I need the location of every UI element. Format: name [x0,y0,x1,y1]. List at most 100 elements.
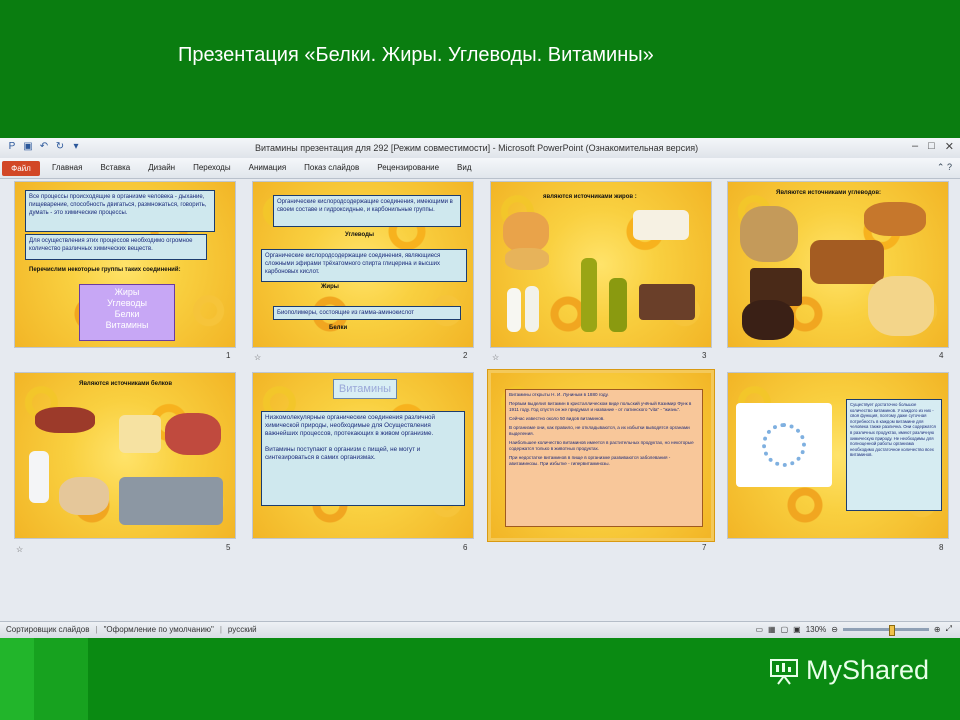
slide1-text-box: Все процессы происходящие в организме че… [25,190,215,232]
undo-icon[interactable]: ↶ [38,141,50,153]
status-right: ▭ ▦ ▢ ▣ 130% ⊖ ⊕ ⤢ [755,624,952,636]
redo-icon[interactable]: ↻ [54,141,66,153]
view-label: Сортировщик слайдов [6,625,90,634]
tab-transitions[interactable]: Переходы [193,163,231,172]
transition-star-icon: ☆ [254,353,262,362]
slide-thumbnail-8[interactable]: Существует достаточно большое количество… [728,373,948,538]
powerpoint-icon[interactable]: P [6,141,18,153]
slide2-text-box-2: Органические кислородсодержащие соединен… [261,249,467,282]
slide-thumbnail-6[interactable]: Витамины Низкомолекулярные органические … [253,373,473,538]
slide1-caption: Перечислим некоторые группы таких соедин… [29,267,181,273]
tab-design[interactable]: Дизайн [148,163,175,172]
zoom-slider[interactable] [842,624,929,636]
fit-window-icon[interactable]: ⤢ [946,624,952,634]
slide-number: 6 [463,543,468,552]
cake-image [742,300,794,340]
slide6-note: Витамины поступают в организм с пищей, н… [265,446,421,461]
slide-thumbnail-5[interactable]: Являются источниками белков [15,373,235,538]
slide-thumbnail-2[interactable]: Органические кислородсодержащие соединен… [253,182,473,347]
slide2-label-2: Жиры [321,284,339,290]
potatoes-image [740,206,798,262]
meat-image [165,413,221,455]
slide2-text-box-3: Биополимеры, состоящие из гамма-аминокис… [273,306,461,320]
divider: | [219,625,222,634]
cheese-slice-image [505,248,549,270]
slide1-list-box: Жиры Углеводы Белки Витамины [79,284,175,341]
slide7-bullet: Витамины открыты Н. И. Луниным в 1880 го… [509,392,609,397]
normal-view-icon[interactable]: ▭ [755,625,763,634]
slide-number: 5 [226,543,231,552]
slide-thumbnail-4[interactable]: Являются источниками углеводов: [728,182,948,347]
reading-view-icon[interactable]: ▢ [781,625,789,634]
slide-thumbnail-1[interactable]: Все процессы происходящие в организме че… [15,182,235,347]
slide-number: 3 [702,351,707,360]
save-icon[interactable]: ▣ [22,141,34,153]
slide4-caption: Являются источниками углеводов: [776,190,882,196]
slide7-bullet: При недостатке витаминов в пище в органи… [509,455,671,466]
footer-accent [34,638,88,720]
cheese-image [119,415,161,453]
page-title: Презентация «Белки. Жиры. Углеводы. Вита… [178,44,654,66]
tab-view[interactable]: Вид [457,163,471,172]
zoom-slider-thumb[interactable] [888,624,895,636]
ribbon-tabs: Главная Вставка Дизайн Переходы Анимация… [52,163,490,172]
slide7-bullet: В организме они, как правило, не отклады… [509,425,690,436]
window-title: Витамины презентация для 292 [Режим совм… [255,143,699,153]
zoom-in-icon[interactable]: ⊕ [934,625,941,634]
logo-text: MyShared [806,655,930,685]
customize-icon[interactable]: ▾ [70,141,82,153]
title-bar: P ▣ ↶ ↻ ▾ Витамины презентация для 292 [… [0,138,960,159]
milk-bottle-image [507,288,521,332]
transition-star-icon: ☆ [16,545,24,554]
zoom-level[interactable]: 130% [806,625,826,634]
slide1-text-box-2: Для осуществления этих процессов необход… [25,234,207,260]
help-icon[interactable]: ? [947,162,952,172]
presentation-board-icon [770,658,798,685]
slide7-bullet: Сейчас известно около 50 видов витаминов… [509,416,605,421]
tab-review[interactable]: Рецензирование [377,163,439,172]
tab-slideshow[interactable]: Показ слайдов [304,163,359,172]
milk-bottle-image [525,286,539,332]
close-icon[interactable]: ✕ [945,140,954,153]
cheese-image [503,212,549,252]
zoom-out-icon[interactable]: ⊖ [831,625,838,634]
slide7-bullet-box: Витамины открыты Н. И. Луниным в 1880 го… [505,389,703,527]
powerpoint-window: P ▣ ↶ ↻ ▾ Витамины презентация для 292 [… [0,138,960,638]
slide1-list-item: Белки [114,309,140,319]
header-band: Презентация «Белки. Жиры. Углеводы. Вита… [0,0,960,138]
slide1-list-item: Витамины [105,320,149,330]
tab-home[interactable]: Главная [52,163,82,172]
slide-thumbnail-7[interactable]: Витамины открыты Н. И. Луниным в 1880 го… [491,373,711,538]
collapse-ribbon-icon[interactable]: ⌃ [937,162,945,172]
slide-number: 8 [939,543,944,552]
slide1-list-item: Углеводы [107,298,147,308]
window-controls: – □ ✕ [912,140,954,153]
slide3-caption: являются источниками жиров : [543,194,637,200]
slideshow-view-icon[interactable]: ▣ [793,625,801,634]
slide5-caption: Являются источниками белков [79,381,173,387]
milk-bottle-image [29,451,49,503]
slide7-bullet: Первым выделил витамин в кристаллическом… [509,401,692,412]
quick-access-toolbar: P ▣ ↶ ↻ ▾ [6,141,82,153]
language-label[interactable]: русский [228,625,257,634]
sorter-view-icon[interactable]: ▦ [768,625,776,634]
butter-image [633,210,689,240]
theme-label[interactable]: "Оформление по умолчанию" [104,625,214,634]
tab-insert[interactable]: Вставка [100,163,130,172]
maximize-icon[interactable]: □ [928,140,935,153]
status-bar: Сортировщик слайдов | "Оформление по умо… [0,621,960,638]
slide6-text-box: Низкомолекулярные органические соединени… [261,411,465,506]
pasta-image [868,276,934,336]
slide6-definition: Низкомолекулярные органические соединени… [265,414,436,437]
file-tab[interactable]: Файл [2,161,40,176]
minimize-icon[interactable]: – [912,140,918,153]
tab-animations[interactable]: Анимация [249,163,287,172]
slide2-text-box: Органические кислородсодержащие соединен… [273,195,461,227]
oil-bottle-image [609,278,627,332]
status-left: Сортировщик слайдов | "Оформление по умо… [6,625,257,634]
slide2-label: Углеводы [345,232,375,238]
slide-thumbnail-3[interactable]: являются источниками жиров : [491,182,711,347]
slide-number: 7 [702,543,707,552]
slide6-title: Витамины [333,379,397,399]
cookies-image [864,202,926,236]
